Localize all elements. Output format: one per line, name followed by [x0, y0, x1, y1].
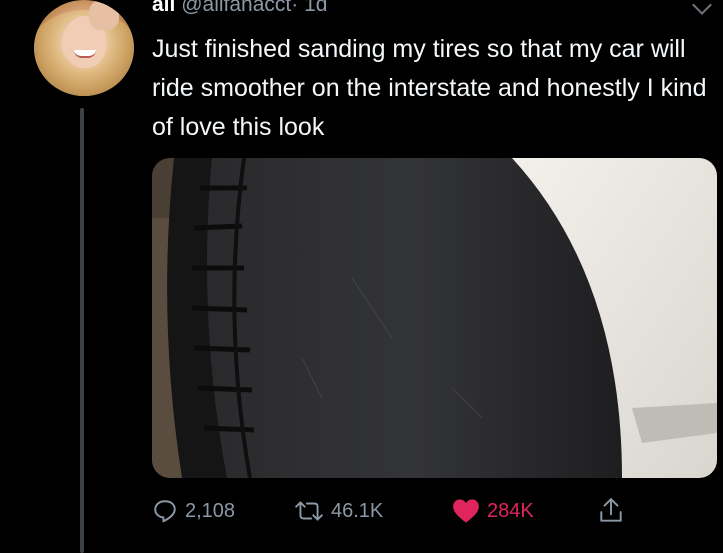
retweet-button[interactable]: 46.1K — [294, 494, 383, 528]
avatar[interactable] — [34, 0, 134, 96]
tweet-header: ali @alifanacct· 1d — [152, 0, 327, 18]
reply-icon — [154, 500, 176, 523]
tweet-text: Just finished sanding my tires so that m… — [152, 35, 707, 141]
display-name[interactable]: ali — [152, 0, 175, 16]
tweet-photo[interactable] — [152, 158, 717, 478]
share-button[interactable] — [598, 494, 624, 528]
reply-button[interactable]: 2,108 — [152, 494, 235, 528]
avatar-hand — [89, 0, 119, 30]
reply-count: 2,108 — [185, 499, 236, 522]
share-icon — [600, 498, 622, 522]
like-button[interactable]: 284K — [452, 494, 534, 528]
retweet-count: 46.1K — [331, 499, 384, 522]
action-bar: 2,108 46.1K 284K — [152, 494, 712, 530]
user-handle[interactable]: @alifanacct — [181, 0, 291, 16]
retweet-icon — [295, 501, 323, 521]
timestamp[interactable]: 1d — [304, 0, 327, 16]
like-count: 284K — [487, 499, 534, 522]
tire-photo-image — [152, 158, 717, 478]
thread-line — [80, 108, 84, 553]
separator-dot: · — [291, 0, 299, 16]
heart-icon — [453, 499, 479, 523]
more-caret-icon[interactable] — [692, 0, 712, 15]
